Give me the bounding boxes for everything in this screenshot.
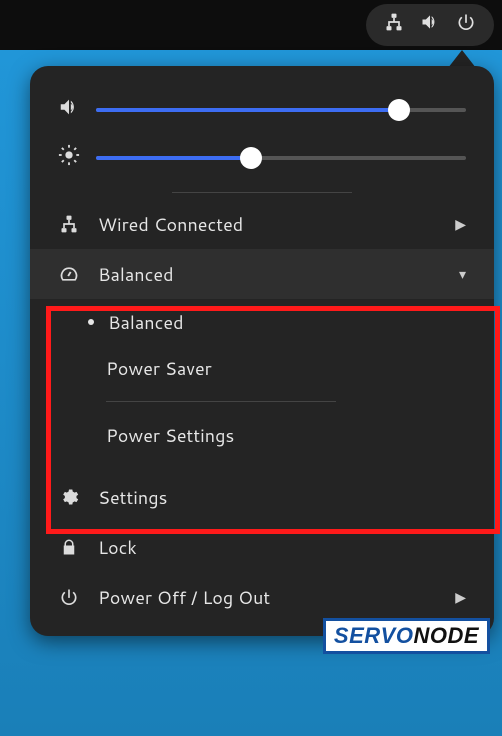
wired-connection-item[interactable]: Wired Connected ▶ bbox=[30, 199, 494, 249]
brightness-slider-row bbox=[30, 134, 494, 182]
watermark-part2: NODE bbox=[413, 623, 479, 648]
power-off-label: Power Off / Log Out bbox=[98, 584, 437, 610]
profile-option-power-saver[interactable]: Power Saver bbox=[30, 345, 494, 391]
chevron-right-icon: ▶ bbox=[455, 214, 466, 234]
speedometer-icon bbox=[58, 264, 80, 284]
volume-slider-row bbox=[30, 86, 494, 134]
lock-item[interactable]: Lock bbox=[30, 522, 494, 572]
volume-slider[interactable] bbox=[96, 108, 466, 112]
power-icon bbox=[456, 12, 476, 38]
system-menu-popover: Wired Connected ▶ Balanced ▾ Balanced Po… bbox=[30, 66, 494, 636]
gear-icon bbox=[58, 487, 80, 507]
power-settings-label: Power Settings bbox=[106, 422, 234, 448]
system-tray[interactable] bbox=[366, 4, 494, 46]
volume-icon bbox=[58, 96, 80, 124]
power-saver-option-label: Power Saver bbox=[106, 355, 212, 381]
power-profile-label: Balanced bbox=[98, 261, 441, 287]
network-wired-icon bbox=[58, 214, 80, 234]
selected-bullet-icon bbox=[88, 319, 94, 325]
power-off-item[interactable]: Power Off / Log Out ▶ bbox=[30, 572, 494, 622]
lock-icon bbox=[58, 538, 80, 556]
profile-option-balanced[interactable]: Balanced bbox=[30, 299, 494, 345]
brightness-slider[interactable] bbox=[96, 156, 466, 160]
settings-label: Settings bbox=[98, 484, 466, 510]
volume-high-icon bbox=[420, 12, 440, 38]
chevron-right-icon: ▶ bbox=[455, 587, 466, 607]
power-settings-item[interactable]: Power Settings bbox=[30, 412, 494, 458]
top-bar bbox=[0, 0, 502, 50]
wired-label: Wired Connected bbox=[98, 211, 437, 237]
watermark: SERVONODE bbox=[323, 618, 490, 654]
brightness-icon bbox=[58, 144, 80, 172]
power-profile-item[interactable]: Balanced ▾ bbox=[30, 249, 494, 299]
watermark-part1: SERVO bbox=[334, 623, 414, 648]
lock-label: Lock bbox=[98, 534, 466, 560]
separator bbox=[172, 192, 352, 193]
network-wired-icon bbox=[384, 12, 404, 38]
balanced-option-label: Balanced bbox=[108, 309, 184, 335]
separator bbox=[106, 401, 336, 402]
caret-down-icon: ▾ bbox=[459, 264, 466, 284]
settings-item[interactable]: Settings bbox=[30, 472, 494, 522]
power-icon bbox=[58, 587, 80, 607]
spacer bbox=[30, 458, 494, 472]
